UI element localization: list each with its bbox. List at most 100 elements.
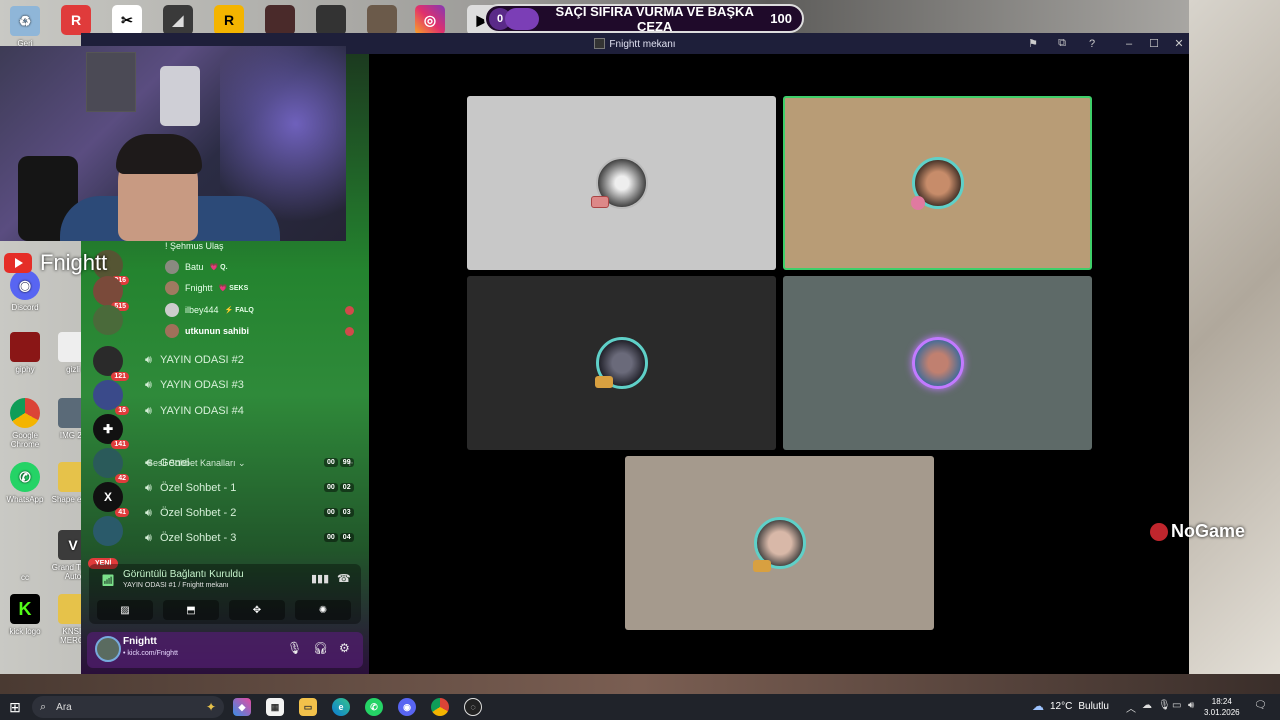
- file-explorer-icon[interactable]: ▭: [299, 698, 317, 716]
- avatar: [165, 324, 179, 338]
- chrome-icon: [10, 398, 40, 428]
- obs-icon[interactable]: ◌: [464, 698, 482, 716]
- server-item[interactable]: 515: [93, 276, 129, 311]
- microsoft-store-icon[interactable]: ▦: [266, 698, 284, 716]
- chevron-up-icon[interactable]: ︿: [1126, 700, 1136, 715]
- gear-icon[interactable]: ⚙: [339, 641, 350, 655]
- member-item[interactable]: Batu 💗 Q.: [165, 259, 228, 275]
- counter-strike-icon[interactable]: ◢: [163, 5, 193, 35]
- voice-channel-ozel-2[interactable]: 🔊︎ Özel Sohbet - 2: [145, 504, 236, 522]
- copilot-icon[interactable]: ◆: [233, 698, 251, 716]
- screen-share-button[interactable]: ⬒: [163, 600, 219, 620]
- user-panel: Fnightt • kick.com/Fnightt 🎙︎ 🎧︎ ⚙: [87, 632, 363, 668]
- participant-tile[interactable]: [783, 276, 1092, 450]
- app-thumbnail-icon[interactable]: [265, 5, 295, 35]
- participant-tile-speaking[interactable]: [783, 96, 1092, 270]
- speaker-icon: 🔊︎: [145, 456, 152, 469]
- penalty-progress-bar: 0 SAÇI SIFIRA VURMA VE BAŞKA CEZA 100: [484, 4, 804, 34]
- notification-icon[interactable]: 🗨︎: [1254, 700, 1267, 711]
- server-item[interactable]: [93, 305, 123, 335]
- voice-channel-yayin-3[interactable]: 🔊︎ YAYIN ODASI #3: [145, 376, 244, 394]
- voice-channel-ozel-3[interactable]: 🔊︎ Özel Sohbet - 3: [145, 529, 236, 547]
- windows-start-icon[interactable]: ⊞: [6, 698, 24, 716]
- discord-icon[interactable]: ◉: [398, 698, 416, 716]
- desktop-icon-chrome[interactable]: Google Chrome: [2, 398, 48, 449]
- desktop-icon-kick[interactable]: K kick logo: [2, 594, 48, 636]
- wall-poster: [86, 52, 136, 112]
- channel-user-count: 00 02: [324, 483, 354, 492]
- clock[interactable]: 18:24 3.01.2026: [1204, 696, 1240, 718]
- penalty-goal: 100: [770, 11, 792, 26]
- voice-channel-yayin-4[interactable]: 🔊︎ YAYIN ODASI #4: [145, 402, 244, 420]
- maximize-button[interactable]: ☐: [1146, 36, 1162, 51]
- cc-icon: [10, 540, 40, 570]
- member-tag: ⚡ FALQ: [224, 307, 254, 314]
- speaker-icon: 🔊︎: [145, 506, 152, 519]
- weather-widget[interactable]: ☁ 12°C Bulutlu: [1032, 699, 1109, 713]
- server-item[interactable]: 42: [93, 448, 129, 483]
- onedrive-icon[interactable]: ☁: [1142, 700, 1152, 711]
- server-item[interactable]: ✚ 141: [93, 414, 129, 449]
- connection-channel[interactable]: YAYIN ODASI #1 / Fnightt mekanı: [123, 582, 229, 589]
- member-name: ! Şehmus Ulaş: [165, 241, 224, 251]
- flag-icon[interactable]: ⚑: [1025, 36, 1041, 51]
- channel-user-count: 00 04: [324, 533, 354, 542]
- desktop-icon-giphy[interactable]: giphy: [2, 332, 48, 374]
- muted-icon: [345, 327, 354, 336]
- app-thumbnail-icon[interactable]: [316, 5, 346, 35]
- close-button[interactable]: ✕: [1171, 36, 1187, 51]
- help-icon[interactable]: ?: [1084, 36, 1100, 51]
- member-tag: 💗 SEKS: [218, 285, 249, 292]
- instagram-icon[interactable]: ◎: [415, 5, 445, 35]
- server-item[interactable]: 121: [93, 346, 129, 381]
- nogame-watermark: NoGame: [1150, 521, 1245, 542]
- participant-tile[interactable]: [467, 96, 776, 270]
- member-item[interactable]: Fnightt 💗 SEKS: [165, 280, 248, 296]
- roblox-icon[interactable]: R: [61, 5, 91, 35]
- capcut-icon[interactable]: ✂: [112, 5, 142, 35]
- rockstar-icon[interactable]: R: [214, 5, 244, 35]
- disconnect-icon[interactable]: ☎: [337, 572, 351, 585]
- minimize-button[interactable]: –: [1121, 36, 1137, 51]
- speaker-icon: 🔊︎: [145, 353, 152, 366]
- voice-channel-ozel-1[interactable]: 🔊︎ Özel Sohbet - 1: [145, 479, 236, 497]
- noise-suppression-icon[interactable]: ▮▮▮: [311, 572, 329, 585]
- member-name: ilbey444: [185, 305, 219, 315]
- penalty-fill: [505, 7, 539, 30]
- soundboard-button[interactable]: ✺: [295, 600, 351, 620]
- member-item[interactable]: utkunun sahibi: [165, 323, 249, 339]
- server-item[interactable]: 16: [93, 380, 129, 415]
- server-item[interactable]: X 41: [93, 482, 129, 517]
- microphone-icon[interactable]: 🎙︎: [1158, 700, 1171, 711]
- microphone-icon[interactable]: 🎙︎: [287, 641, 302, 655]
- activities-button[interactable]: ✥: [229, 600, 285, 620]
- whatsapp-icon[interactable]: ✆: [365, 698, 383, 716]
- speaker-icon: 🔊︎: [145, 378, 152, 391]
- participant-tile[interactable]: [625, 456, 934, 630]
- voice-channel-genel[interactable]: 🔊︎ Genel: [145, 454, 189, 472]
- signal-icon: 📶︎: [101, 575, 115, 587]
- camera-button[interactable]: ▨: [97, 600, 153, 620]
- avatar: [165, 303, 179, 317]
- chrome-icon[interactable]: [431, 698, 449, 716]
- member-item[interactable]: ilbey444 ⚡ FALQ: [165, 302, 254, 318]
- taskbar-search[interactable]: ⌕ Ara ✦: [32, 696, 224, 718]
- desktop-icon-cc[interactable]: cc: [2, 540, 48, 582]
- headphones-icon[interactable]: 🎧︎: [313, 641, 328, 655]
- voice-channel-yayin-2[interactable]: 🔊︎ YAYIN ODASI #2: [145, 351, 244, 369]
- edge-icon[interactable]: e: [332, 698, 350, 716]
- desktop-wallpaper-right: [1189, 0, 1280, 694]
- desktop-icon-discord[interactable]: ◉ Discord: [2, 270, 48, 312]
- popout-icon[interactable]: ⧉: [1054, 36, 1070, 51]
- voice-connection-panel: 📶︎ Görüntülü Bağlantı Kuruldu YAYIN ODAS…: [89, 564, 361, 624]
- avatar[interactable]: [95, 636, 121, 662]
- recycle-bin-icon: ♻: [10, 6, 40, 36]
- server-item[interactable]: [93, 516, 123, 546]
- volume-icon[interactable]: 🔊︎: [1188, 700, 1194, 711]
- participant-tile[interactable]: [467, 276, 776, 450]
- member-name: Fnightt: [185, 283, 213, 293]
- desktop-icon-recycle-bin[interactable]: ♻ Geri: [2, 6, 48, 48]
- app-thumbnail-icon[interactable]: [367, 5, 397, 35]
- network-icon[interactable]: ▭: [1172, 700, 1181, 711]
- desktop-icon-whatsapp[interactable]: ✆ WhatsApp: [2, 462, 48, 504]
